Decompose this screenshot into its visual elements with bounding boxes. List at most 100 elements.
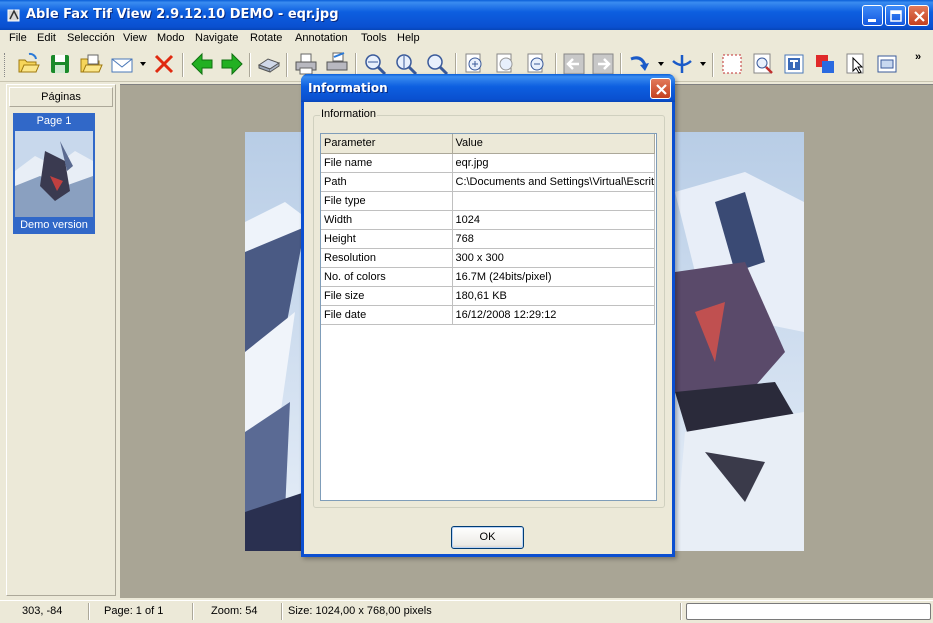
pointer-button[interactable] xyxy=(843,51,869,77)
table-row[interactable]: Resolution 300 x 300 xyxy=(321,248,655,268)
color-annotation-button[interactable] xyxy=(812,51,838,77)
group-label: Information xyxy=(320,108,378,120)
menu-bar: File Edit Selección View Modo Navigate R… xyxy=(0,30,933,48)
value-cell: 768 xyxy=(452,229,655,249)
previous-page-button[interactable] xyxy=(189,51,215,77)
maximize-button[interactable] xyxy=(885,5,906,26)
table-row[interactable]: File date 16/12/2008 12:29:12 xyxy=(321,305,655,325)
open-folder-button[interactable] xyxy=(78,51,104,77)
delete-button[interactable] xyxy=(151,51,177,77)
menu-file[interactable]: File xyxy=(9,32,27,44)
value-cell: 300 x 300 xyxy=(452,248,655,268)
parameter-cell: File date xyxy=(321,305,453,325)
table-row[interactable]: Path C:\Documents and Settings\Virtual\Es… xyxy=(321,172,655,192)
table-row[interactable]: Height 768 xyxy=(321,229,655,249)
save-button[interactable] xyxy=(47,51,73,77)
table-row[interactable]: No. of colors 16.7M (24bits/pixel) xyxy=(321,267,655,287)
crop-icon xyxy=(877,55,897,73)
parameter-cell: No. of colors xyxy=(321,267,453,287)
table-row[interactable]: File size 180,61 KB xyxy=(321,286,655,306)
menu-navigate[interactable]: Navigate xyxy=(195,32,238,44)
menu-annotation[interactable]: Annotation xyxy=(295,32,348,44)
email-icon xyxy=(111,58,133,73)
open-icon xyxy=(18,52,40,73)
scan-button[interactable] xyxy=(256,51,282,77)
flip-icon xyxy=(672,55,692,73)
cursor-coordinates: 303, -84 xyxy=(22,605,63,617)
parameter-cell: Path xyxy=(321,172,453,192)
close-icon xyxy=(656,84,667,95)
menu-tools[interactable]: Tools xyxy=(361,32,387,44)
text-annotation-icon xyxy=(784,54,804,74)
open-button[interactable] xyxy=(15,51,41,77)
value-cell: 16/12/2008 12:29:12 xyxy=(452,305,655,325)
zoom-select-button[interactable] xyxy=(750,51,776,77)
text-annotation-button[interactable] xyxy=(781,51,807,77)
image-size-indicator: Size: 1024,00 x 768,00 pixels xyxy=(288,605,432,617)
value-cell xyxy=(452,191,655,211)
rotate-dropdown-icon[interactable] xyxy=(657,61,665,67)
column-header-value[interactable]: Value xyxy=(452,134,655,154)
close-button[interactable] xyxy=(908,5,929,26)
ok-button[interactable]: OK xyxy=(451,526,524,549)
value-cell: eqr.jpg xyxy=(452,153,655,173)
window-title: Able Fax Tif View 2.9.12.10 DEMO - eqr.j… xyxy=(26,7,339,22)
column-header-parameter[interactable]: Parameter xyxy=(321,134,453,154)
dialog-title-bar[interactable]: Information xyxy=(301,74,675,102)
title-bar: Able Fax Tif View 2.9.12.10 DEMO - eqr.j… xyxy=(0,0,933,30)
email-dropdown-icon[interactable] xyxy=(139,61,147,67)
flip-dropdown-icon[interactable] xyxy=(699,61,707,67)
scan-icon xyxy=(257,58,281,73)
status-bar: 303, -84 Page: 1 of 1 Zoom: 54 Size: 102… xyxy=(0,600,933,623)
value-cell: C:\Documents and Settings\Virtual\Escrit xyxy=(452,172,655,192)
zoom-select-icon xyxy=(753,53,773,74)
previous-page-icon xyxy=(191,52,213,76)
parameter-cell: Resolution xyxy=(321,248,453,268)
value-cell: 16.7M (24bits/pixel) xyxy=(452,267,655,287)
parameter-cell: Width xyxy=(321,210,453,230)
value-cell: 180,61 KB xyxy=(452,286,655,306)
minimize-button[interactable] xyxy=(862,5,883,26)
thumbnail-image xyxy=(15,131,93,217)
page-thumbnail[interactable]: Page 1 Demo version xyxy=(13,113,95,234)
value-cell: 1024 xyxy=(452,210,655,230)
close-icon xyxy=(914,11,925,22)
menu-edit[interactable]: Edit xyxy=(37,32,56,44)
select-button[interactable] xyxy=(719,51,745,77)
color-annotation-icon xyxy=(816,55,834,73)
menu-seleccion[interactable]: Selección xyxy=(67,32,115,44)
thumbnail-label: Page 1 xyxy=(36,115,72,127)
zoom-indicator: Zoom: 54 xyxy=(211,605,258,617)
parameter-cell: File type xyxy=(321,191,453,211)
select-icon xyxy=(722,54,742,74)
thumbnail-caption: Demo version xyxy=(20,219,88,231)
parameter-cell: File size xyxy=(321,286,453,306)
toolbar-grip[interactable] xyxy=(4,53,7,77)
flip-button[interactable] xyxy=(669,51,695,77)
delete-icon xyxy=(154,54,174,74)
page-indicator: Page: 1 of 1 xyxy=(104,605,164,617)
crop-button[interactable] xyxy=(874,51,900,77)
toolbar-overflow-icon[interactable]: » xyxy=(915,51,921,63)
next-page-button[interactable] xyxy=(219,51,245,77)
minimize-icon xyxy=(868,19,876,22)
dialog-title: Information xyxy=(308,81,388,95)
pages-header: Páginas xyxy=(9,87,113,107)
open-folder-icon xyxy=(80,54,103,73)
information-dialog: Information Information Parameter Value … xyxy=(301,74,675,557)
maximize-icon xyxy=(890,10,902,22)
menu-help[interactable]: Help xyxy=(397,32,420,44)
email-button[interactable] xyxy=(109,51,135,77)
table-row[interactable]: File type xyxy=(321,191,655,211)
table-row[interactable]: File name eqr.jpg xyxy=(321,153,655,173)
menu-view[interactable]: View xyxy=(123,32,147,44)
parameter-cell: File name xyxy=(321,153,453,173)
information-table[interactable]: Parameter Value File name eqr.jpg Path C:\… xyxy=(320,133,657,501)
parameter-cell: Height xyxy=(321,229,453,249)
pointer-icon xyxy=(846,53,864,74)
table-row[interactable]: Width 1024 xyxy=(321,210,655,230)
menu-modo[interactable]: Modo xyxy=(157,32,185,44)
menu-rotate[interactable]: Rotate xyxy=(250,32,282,44)
dialog-close-button[interactable] xyxy=(650,78,671,99)
pages-panel: Páginas Page 1 Demo version xyxy=(6,84,116,596)
